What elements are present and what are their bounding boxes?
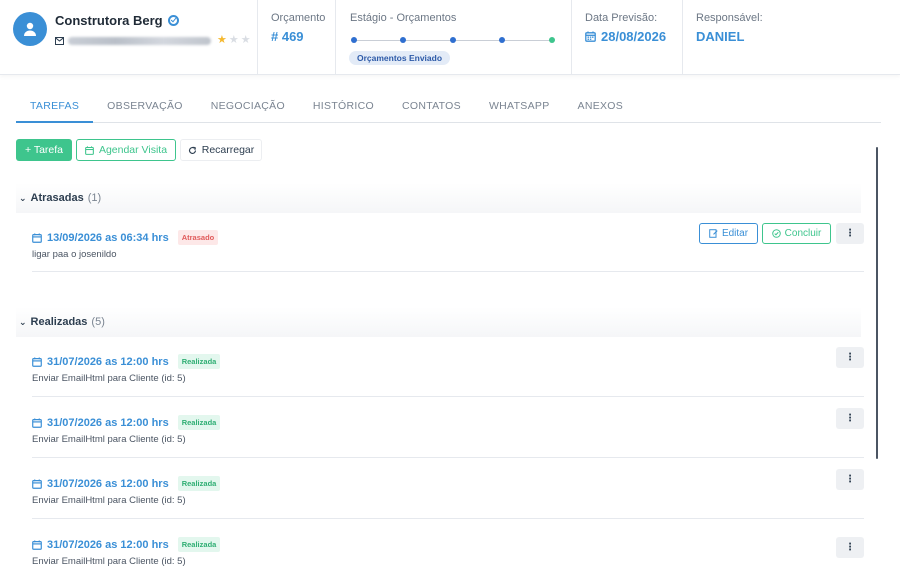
- responsavel-section: Responsável: DANIEL: [682, 0, 900, 75]
- divider: [32, 518, 864, 519]
- orcamento-section: Orçamento # 469: [257, 0, 335, 75]
- section-title: Atrasadas: [30, 192, 84, 204]
- divider: [32, 396, 864, 397]
- data-previsao-text: 28/08/2026: [601, 29, 667, 44]
- tab-contatos[interactable]: CONTATOS: [388, 96, 475, 123]
- task-date[interactable]: 31/07/2026 as 12:00 hrs Realizada: [32, 354, 221, 369]
- tab-observacao[interactable]: OBSERVAÇÃO: [93, 96, 197, 123]
- edit-label: Editar: [721, 228, 749, 239]
- calendar-icon: [32, 539, 42, 550]
- calendar-icon: [585, 31, 596, 42]
- data-previsao-label: Data Previsão:: [585, 12, 658, 24]
- section-count: (1): [87, 192, 102, 204]
- task-description: Enviar EmailHtml para Cliente (id: 5): [32, 495, 186, 506]
- calendar-icon: [85, 145, 94, 155]
- task-date[interactable]: 31/07/2026 as 12:00 hrs Realizada: [32, 415, 221, 430]
- refresh-icon: [188, 146, 196, 154]
- task-item: 31/07/2026 as 12:00 hrs Realizada Enviar…: [32, 469, 864, 519]
- estagio-label: Estágio - Orçamentos: [350, 12, 457, 24]
- stage-dot[interactable]: [499, 37, 505, 43]
- reload-button[interactable]: Recarregar: [180, 139, 262, 161]
- chevron-down-icon: ⌄: [19, 192, 27, 203]
- company-name[interactable]: Construtora Berg: [55, 13, 179, 28]
- orcamento-value[interactable]: # 469: [271, 29, 304, 44]
- orcamento-label: Orçamento: [271, 12, 326, 24]
- task-description: Enviar EmailHtml para Cliente (id: 5): [32, 556, 186, 567]
- check-circle-icon: [771, 229, 781, 238]
- star-empty-icon[interactable]: ★: [241, 35, 251, 46]
- more-options-icon[interactable]: ⋮: [836, 223, 864, 244]
- conclude-task-button[interactable]: Concluir: [762, 223, 831, 244]
- email-address-redacted: [68, 36, 211, 45]
- star-filled-icon[interactable]: ★: [217, 35, 227, 46]
- section-realizadas-header[interactable]: ⌄ Realizadas (5): [16, 307, 861, 337]
- verified-icon: [167, 15, 179, 26]
- chevron-down-icon: ⌄: [19, 316, 27, 327]
- email-row: ★ ★ ★: [55, 35, 251, 46]
- tab-negociacao[interactable]: NEGOCIAÇÃO: [197, 96, 299, 123]
- task-item: 31/07/2026 as 12:00 hrs Realizada Enviar…: [32, 537, 864, 574]
- stage-dot[interactable]: [400, 37, 406, 43]
- more-options-icon[interactable]: ⋮: [836, 347, 864, 368]
- tab-tarefas[interactable]: TAREFAS: [16, 96, 94, 123]
- responsavel-value[interactable]: DANIEL: [696, 29, 744, 44]
- data-previsao-section: Data Previsão: 28/08/2026: [571, 0, 682, 75]
- stage-dot[interactable]: [351, 37, 357, 43]
- stage-current-badge: Orçamentos Enviado: [349, 51, 451, 65]
- status-badge: Realizada: [177, 415, 221, 430]
- more-options-icon[interactable]: ⋮: [836, 469, 864, 490]
- task-item: 31/07/2026 as 12:00 hrs Realizada Enviar…: [32, 408, 864, 458]
- envelope-icon: [55, 36, 64, 45]
- section-count: (5): [91, 316, 105, 328]
- task-datetime: 31/07/2026 as 12:00 hrs: [47, 416, 169, 429]
- status-badge: Realizada: [177, 537, 221, 552]
- stage-dot-current[interactable]: [549, 37, 555, 43]
- task-datetime: 13/09/2026 as 06:34 hrs: [47, 231, 169, 244]
- task-description: ligar paa o josenildo: [32, 249, 117, 260]
- scrollbar[interactable]: [876, 147, 878, 459]
- divider: [32, 457, 864, 458]
- section-title: Realizadas: [30, 316, 88, 328]
- task-description: Enviar EmailHtml para Cliente (id: 5): [32, 434, 186, 445]
- task-item: 31/07/2026 as 12:00 hrs Realizada Enviar…: [32, 347, 864, 397]
- task-item: 13/09/2026 as 06:34 hrs Atrasado ligar p…: [32, 223, 864, 272]
- responsavel-label: Responsável:: [696, 12, 763, 24]
- task-datetime: 31/07/2026 as 12:00 hrs: [47, 355, 169, 368]
- task-description: Enviar EmailHtml para Cliente (id: 5): [32, 373, 186, 384]
- tab-anexos[interactable]: ANEXOS: [564, 96, 638, 123]
- reload-label: Recarregar: [201, 144, 255, 156]
- more-options-icon[interactable]: ⋮: [836, 408, 864, 429]
- task-date[interactable]: 13/09/2026 as 06:34 hrs Atrasado: [32, 230, 219, 245]
- section-atrasadas-header[interactable]: ⌄ Atrasadas (1): [16, 183, 861, 213]
- edit-icon: [709, 229, 718, 238]
- calendar-icon: [32, 478, 42, 489]
- task-date[interactable]: 31/07/2026 as 12:00 hrs Realizada: [32, 476, 221, 491]
- calendar-icon: [32, 356, 42, 367]
- stage-dot[interactable]: [450, 37, 456, 43]
- divider: [32, 271, 864, 272]
- task-datetime: 31/07/2026 as 12:00 hrs: [47, 477, 169, 490]
- task-datetime: 31/07/2026 as 12:00 hrs: [47, 538, 169, 551]
- deal-header: Construtora Berg ★ ★ ★ Orçamento # 469 E…: [0, 0, 900, 75]
- calendar-icon: [32, 417, 42, 428]
- schedule-visit-label: Agendar Visita: [98, 144, 168, 156]
- tab-bar: TAREFAS OBSERVAÇÃO NEGOCIAÇÃO HISTÓRICO …: [16, 96, 881, 123]
- more-options-icon[interactable]: ⋮: [836, 537, 864, 558]
- rating-stars[interactable]: ★ ★ ★: [217, 35, 251, 46]
- user-avatar-icon: [13, 12, 47, 46]
- conclude-label: Concluir: [784, 228, 822, 239]
- data-previsao-value[interactable]: 28/08/2026: [585, 29, 666, 44]
- edit-task-button[interactable]: Editar: [699, 223, 758, 244]
- calendar-icon: [32, 232, 42, 243]
- status-badge: Atrasado: [177, 230, 219, 245]
- schedule-visit-button[interactable]: Agendar Visita: [76, 139, 176, 161]
- add-task-button[interactable]: + Tarefa: [16, 139, 72, 161]
- status-badge: Realizada: [177, 354, 221, 369]
- company-name-text: Construtora Berg: [55, 13, 163, 28]
- task-date[interactable]: 31/07/2026 as 12:00 hrs Realizada: [32, 537, 221, 552]
- status-badge: Realizada: [177, 476, 221, 491]
- star-empty-icon[interactable]: ★: [229, 35, 239, 46]
- tab-historico[interactable]: HISTÓRICO: [299, 96, 388, 123]
- tab-whatsapp[interactable]: WHATSAPP: [475, 96, 564, 123]
